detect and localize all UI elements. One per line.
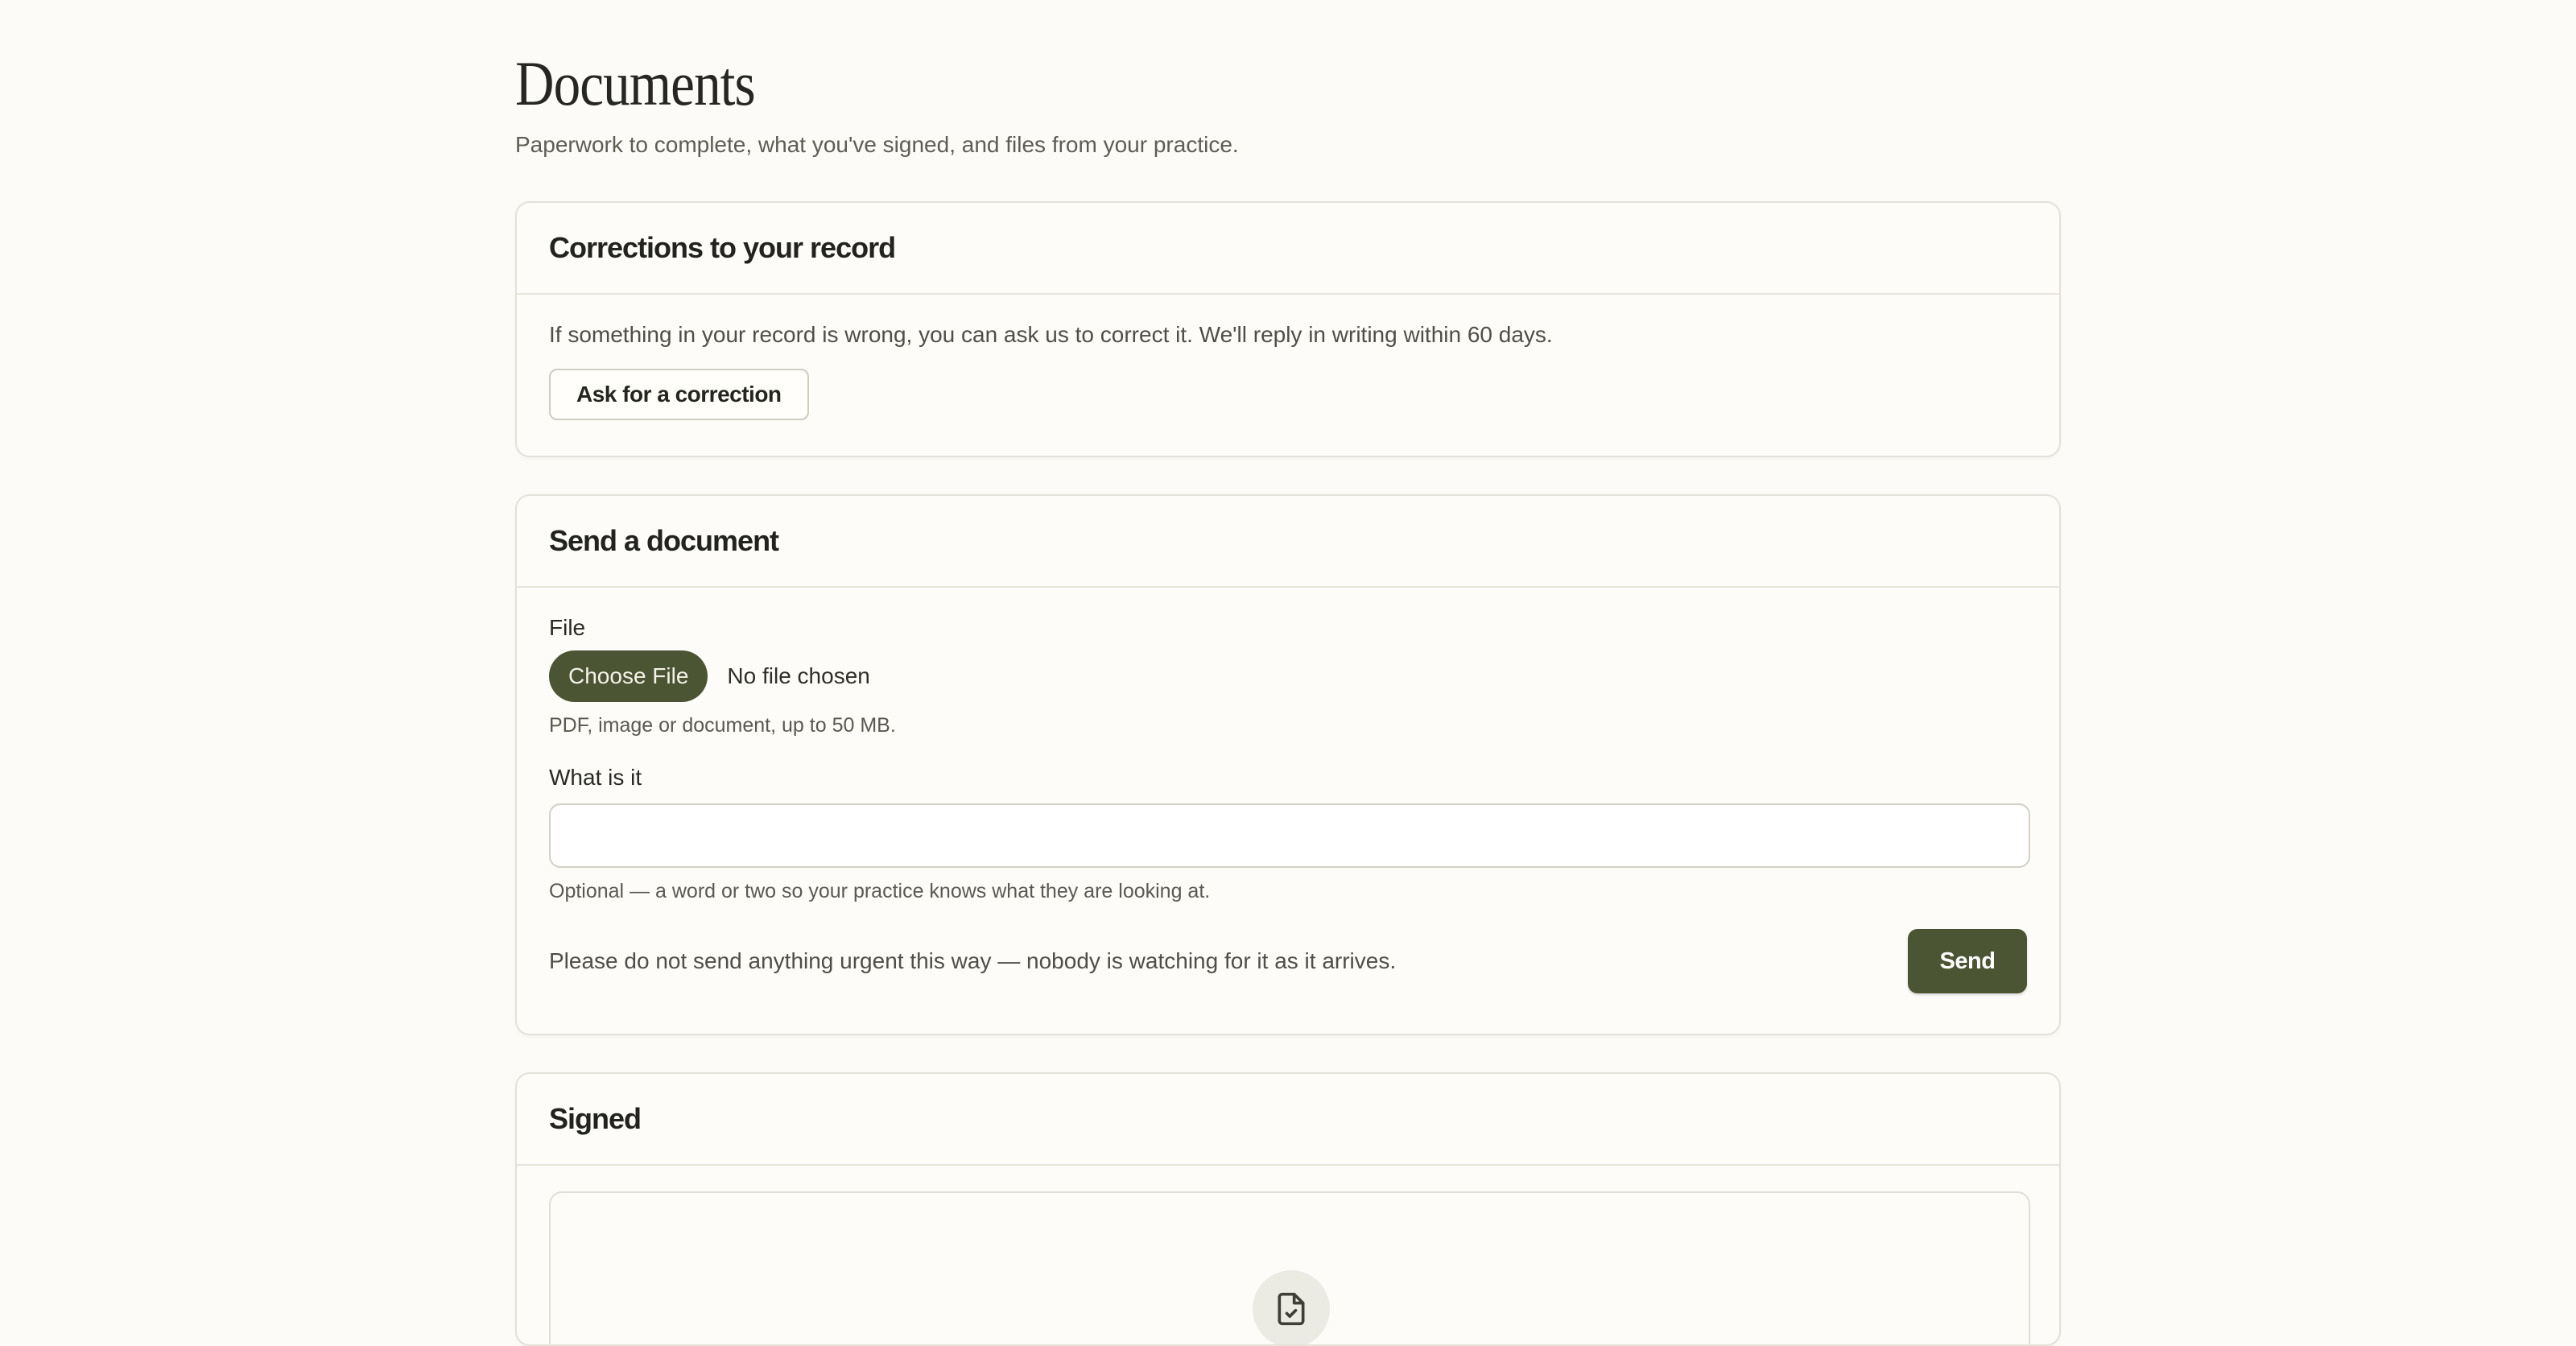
signed-card-body [517,1166,2059,1344]
corrections-card: Corrections to your record If something … [515,201,2061,457]
signed-card-header: Signed [517,1074,2059,1166]
send-button[interactable]: Send [1908,929,2027,993]
ask-correction-button[interactable]: Ask for a correction [549,369,809,420]
corrections-title: Corrections to your record [549,231,896,264]
corrections-card-header: Corrections to your record [517,203,2059,295]
send-document-title: Send a document [549,524,779,557]
what-hint: Optional — a word or two so your practic… [549,880,1211,902]
page-subtitle: Paperwork to complete, what you've signe… [515,132,1239,157]
corrections-card-body: If something in your record is wrong, yo… [517,319,2059,420]
send-document-card-body: File Choose File No file chosen PDF, ima… [517,612,2059,993]
documents-page: Documents Paperwork to complete, what yo… [515,0,2061,1346]
page-title: Documents [515,48,756,118]
signed-title: Signed [549,1102,642,1135]
choose-file-button[interactable]: Choose File [549,650,708,702]
signed-empty-panel [549,1191,2030,1344]
urgent-warning: Please do not send anything urgent this … [549,948,1397,973]
file-status-text: No file chosen [727,663,870,688]
send-row: Please do not send anything urgent this … [549,929,2027,993]
file-hint: PDF, image or document, up to 50 MB. [549,714,896,737]
corrections-description: If something in your record is wrong, yo… [549,322,1553,347]
send-document-card: Send a document File Choose File No file… [515,494,2061,1035]
file-picker: Choose File No file chosen [549,650,2027,702]
send-document-card-header: Send a document [517,496,2059,588]
signed-card: Signed [515,1072,2061,1346]
file-check-icon [1253,1270,1330,1344]
what-field-label: What is it [549,765,642,790]
file-field-label: File [549,615,586,640]
what-is-it-input[interactable] [549,803,2030,868]
